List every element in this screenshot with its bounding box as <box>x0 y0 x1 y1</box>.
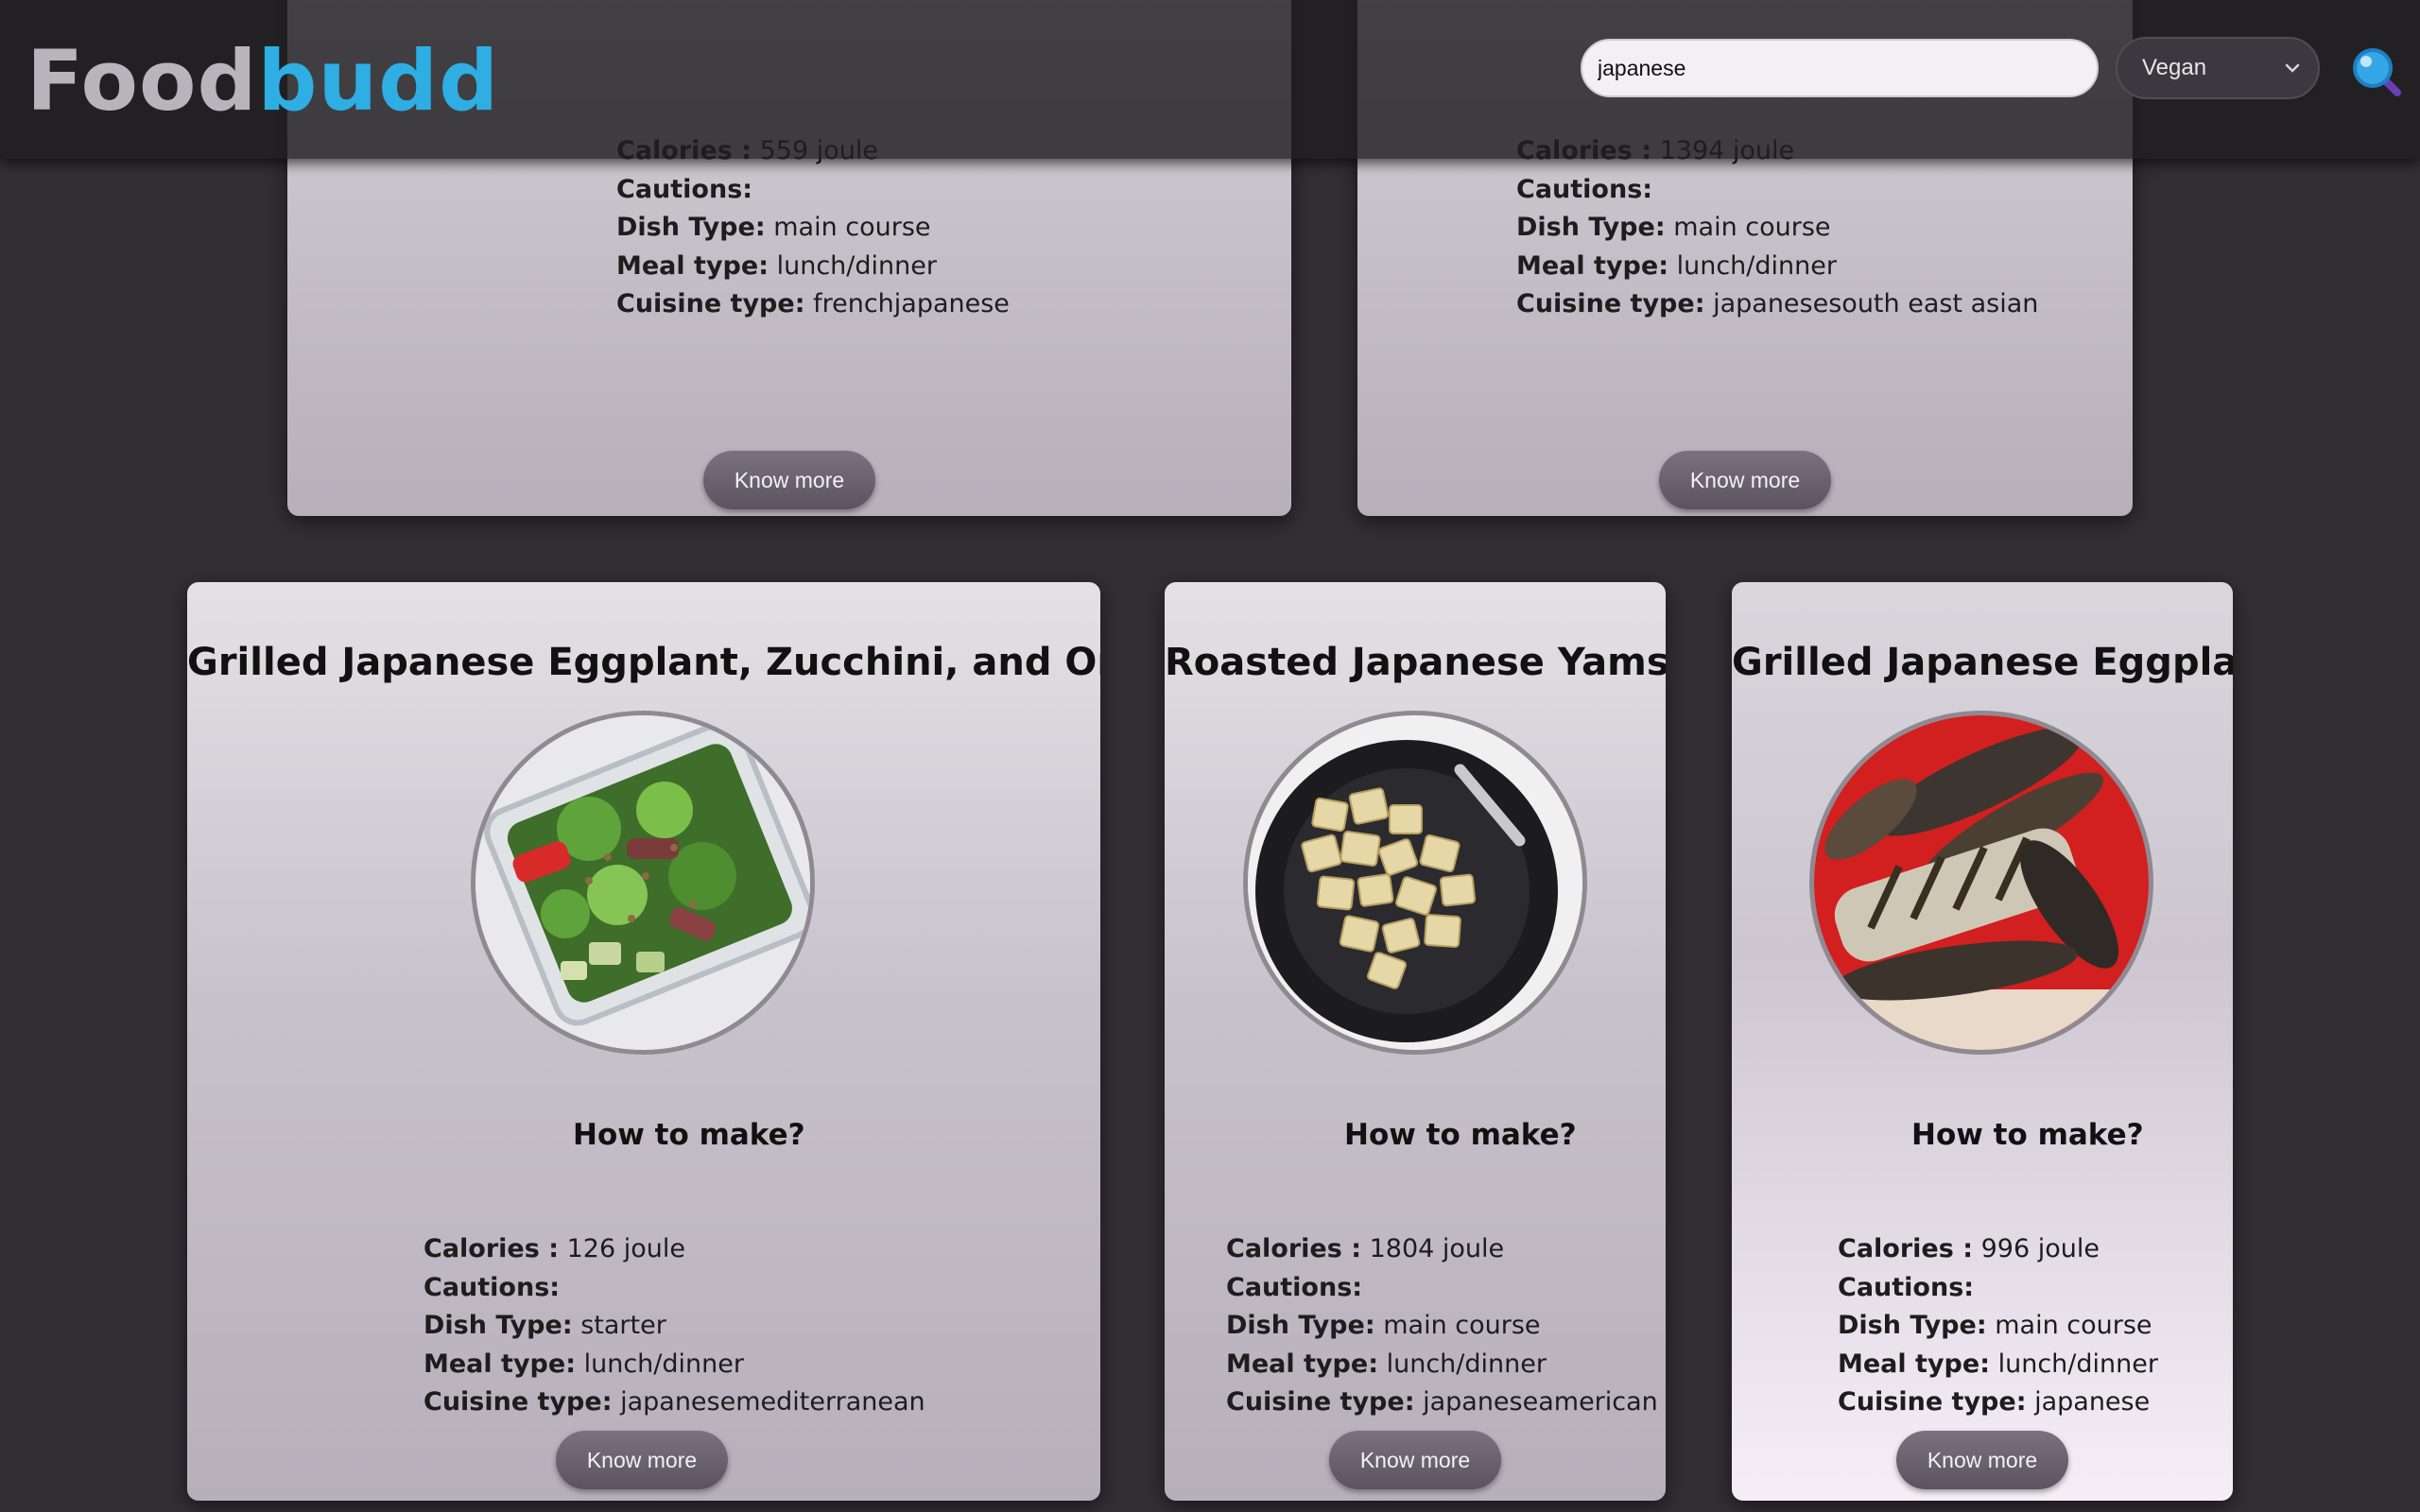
calories-value: 1804 joule <box>1369 1234 1505 1263</box>
logo[interactable]: Foodbudd <box>26 34 499 129</box>
meal-type-value: lunch/dinner <box>1676 250 1837 281</box>
cuisine-type-value: japaneseamerican <box>1423 1387 1658 1417</box>
know-more-button[interactable]: Know more <box>1896 1431 2068 1489</box>
meal-type-value: lunch/dinner <box>583 1349 744 1379</box>
yams-image <box>1248 715 1582 1050</box>
search-button[interactable] <box>2350 45 2403 102</box>
how-to-make-heading: How to make? <box>573 1118 805 1152</box>
cuisine-type-value: frenchjapanese <box>813 289 1010 318</box>
cuisine-type-value: japanese <box>2034 1387 2151 1417</box>
meal-type-value: lunch/dinner <box>776 250 937 281</box>
recipe-info: Calories : 1804 joule Cautions: Dish Typ… <box>1226 1234 1658 1417</box>
how-to-make-heading: How to make? <box>1344 1118 1577 1152</box>
diet-filter-value: Vegan <box>2142 55 2207 80</box>
meal-type-value: lunch/dinner <box>1386 1349 1547 1379</box>
calories-value: 126 joule <box>566 1234 685 1263</box>
recipe-card: Roasted Japanese Yams How to make? Calor… <box>1165 582 1666 1501</box>
know-more-button[interactable]: Know more <box>1329 1431 1501 1489</box>
recipe-info: Calories : 126 joule Cautions: Dish Type… <box>424 1234 925 1417</box>
recipe-card: Grilled Japanese Eggplant, Zucchini, and… <box>187 582 1100 1501</box>
magnifier-icon <box>2353 48 2401 96</box>
diet-filter-select[interactable]: Vegan <box>2116 37 2320 99</box>
how-to-make-heading: How to make? <box>1911 1118 2144 1152</box>
search-input[interactable] <box>1581 39 2099 97</box>
calories-value: 996 joule <box>1980 1234 2100 1263</box>
meal-type-value: lunch/dinner <box>1997 1349 2158 1379</box>
recipe-info: Calories : 1394 joule Cautions: Dish Typ… <box>1516 132 2038 324</box>
dish-type-value: main course <box>773 213 931 242</box>
dish-type-value: main course <box>1673 213 1831 242</box>
recipe-title: Grilled Japanese Eggplant <box>1732 641 2233 684</box>
know-more-button[interactable]: Know more <box>703 451 875 509</box>
cuisine-type-value: japanesemediterranean <box>620 1387 925 1417</box>
recipe-title: Roasted Japanese Yams <box>1165 641 1666 684</box>
recipe-image[interactable] <box>471 711 815 1055</box>
recipe-info: Calories : 996 joule Cautions: Dish Type… <box>1838 1234 2158 1417</box>
recipe-image[interactable] <box>1809 711 2153 1055</box>
salad-image <box>475 715 810 1050</box>
dish-type-value: main course <box>1383 1311 1541 1340</box>
know-more-button[interactable]: Know more <box>556 1431 728 1489</box>
recipe-info: Calories : 559 joule Cautions: Dish Type… <box>616 132 1010 324</box>
cuisine-type-value: japanesesouth east asian <box>1713 289 2039 318</box>
know-more-button[interactable]: Know more <box>1659 451 1831 509</box>
dish-type-value: starter <box>580 1311 666 1340</box>
recipe-title: Grilled Japanese Eggplant, Zucchini, and… <box>187 641 1100 684</box>
eggplant-image <box>1814 715 2149 1050</box>
dish-type-value: main course <box>1995 1311 2152 1340</box>
recipe-card: Grilled Japanese Eggplant How to make? C… <box>1732 582 2233 1501</box>
chevron-down-icon <box>2285 63 2300 73</box>
top-navbar: Foodbudd Vegan <box>0 0 2420 159</box>
recipe-image[interactable] <box>1243 711 1587 1055</box>
